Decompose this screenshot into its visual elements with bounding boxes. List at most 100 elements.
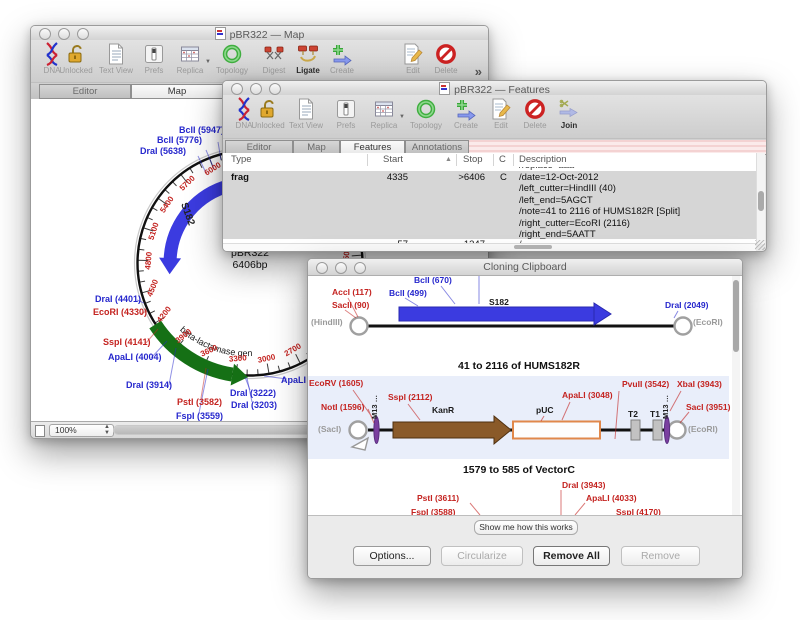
s182-arrow-body[interactable] <box>399 307 594 321</box>
column-header-start[interactable]: Start <box>383 154 403 165</box>
clipboard-buttonbar: Show me how this works Options... Circula… <box>308 515 742 578</box>
cloning-clipboard-window[interactable]: Cloning Clipboard 41 to 2116 of HUMS182R… <box>307 258 743 579</box>
column-header-type[interactable]: Type <box>231 154 252 165</box>
clipboard-titlebar[interactable]: Cloning Clipboard <box>308 259 742 276</box>
s182-arrow-head <box>594 303 611 325</box>
digest-icon <box>255 42 293 66</box>
site-label: DraI (3203) <box>231 400 277 410</box>
create-icon <box>323 42 361 66</box>
map-titlebar[interactable]: pBR322 — Map <box>31 26 488 41</box>
clipboard-vertical-scrollbar[interactable] <box>732 276 740 515</box>
toolbar-button-replica[interactable]: Replica▼ <box>365 97 403 130</box>
table-header[interactable]: Type Start ▲ Stop C Description <box>223 153 756 168</box>
table-row-selected[interactable]: frag 4335 >6406 C /date=12-Oct-2012/left… <box>223 171 756 239</box>
site-label: ApaLI (4033) <box>586 493 637 503</box>
circularize-button[interactable]: Circularize <box>441 546 523 566</box>
tick-label: 4800 <box>143 251 154 270</box>
help-button[interactable]: Show me how this works <box>474 520 578 535</box>
tick-label: 6000 <box>203 160 223 177</box>
modified-indicator-stripes <box>463 140 766 154</box>
toolbar-button-prefs[interactable]: Prefs <box>135 42 173 75</box>
scrollbar-thumb[interactable] <box>733 280 739 352</box>
toolbar-button-unlocked[interactable]: Unlocked <box>57 42 95 75</box>
replica-icon <box>171 42 209 66</box>
toolbar-button-ligate[interactable]: Ligate <box>289 42 327 75</box>
delete-icon <box>516 97 554 121</box>
features-horizontal-scrollbar[interactable] <box>223 243 756 251</box>
remove-all-button[interactable]: Remove All <box>533 546 610 566</box>
topology-icon <box>213 42 251 66</box>
toolbar-button-prefs[interactable]: Prefs <box>327 97 365 130</box>
features-window[interactable]: pBR322 — Features DNAUnlockedText ViewPr… <box>222 80 767 252</box>
toolbar-button-create[interactable]: Create <box>447 97 485 130</box>
fragment1-right-end-circle <box>675 318 692 335</box>
zoom-level-control[interactable]: 100%▲▼ <box>49 424 114 437</box>
remove-button[interactable]: Remove <box>621 546 700 566</box>
scrollbar-thumb[interactable] <box>514 245 552 249</box>
window-title: Cloning Clipboard <box>308 261 742 273</box>
document-icon <box>439 82 450 95</box>
dropdown-arrow-icon[interactable]: ▼ <box>205 59 211 65</box>
textview-icon <box>287 97 325 121</box>
toolbar-button-unlocked[interactable]: Unlocked <box>249 97 287 130</box>
dropdown-arrow-icon[interactable]: ▼ <box>399 114 405 120</box>
site-label: BclI (5776) <box>157 135 202 145</box>
tab-editor[interactable]: Editor <box>39 84 131 99</box>
toolbar-button-text-view[interactable]: Text View <box>287 97 325 130</box>
site-label: DraI (4401) <box>95 294 141 304</box>
column-header-description[interactable]: Description <box>519 154 567 165</box>
unlock-icon <box>57 42 95 66</box>
site-label: (HindIII) <box>311 317 343 327</box>
replica-icon <box>365 97 403 121</box>
prefs-icon <box>327 97 365 121</box>
site-label: DraI (5638) <box>140 146 186 156</box>
column-header-c[interactable]: C <box>499 154 506 165</box>
beta-lactamase-label: beta-lactamase gene <box>31 99 253 358</box>
delete-icon <box>427 42 465 66</box>
toolbar-button-topology[interactable]: Topology <box>213 42 251 75</box>
window-title: pBR322 — Map <box>31 27 488 41</box>
toolbar-overflow-button[interactable]: » <box>475 64 482 79</box>
features-toolbar: DNAUnlockedText ViewPrefsReplica▼Topolog… <box>223 95 766 139</box>
site-label: PstI (3611) <box>417 493 459 503</box>
site-label: BclI (670) <box>414 275 452 285</box>
toolbar-button-replica[interactable]: Replica▼ <box>171 42 209 75</box>
scrollbar-thumb[interactable] <box>758 191 764 211</box>
column-header-stop[interactable]: Stop <box>463 154 483 165</box>
toolbar-button-create[interactable]: Create <box>323 42 361 75</box>
map-toolbar: DNAUnlockedText ViewPrefsReplica▼Topolog… <box>31 40 488 83</box>
description-line: /note=41 to 2116 of HUMS182R [Split] <box>519 206 680 217</box>
sort-ascending-icon: ▲ <box>445 156 452 163</box>
toolbar-button-digest[interactable]: Digest <box>255 42 293 75</box>
features-titlebar[interactable]: pBR322 — Features <box>223 81 766 96</box>
resize-grip[interactable] <box>755 240 765 250</box>
toolbar-button-join[interactable]: Join <box>550 97 588 130</box>
m13-rotated-label: M13 … <box>370 395 379 419</box>
toolbar-button-delete[interactable]: Delete <box>516 97 554 130</box>
description-line: /right_cutter=EcoRI (2116) <box>519 218 680 229</box>
toolbar-button-topology[interactable]: Topology <box>407 97 445 130</box>
textview-icon <box>97 42 135 66</box>
fragment2-title: 41 to 2116 of HUMS182R <box>308 360 730 372</box>
site-label: AccI (117) <box>332 287 372 297</box>
document-icon <box>215 27 226 40</box>
toolbar-button-edit[interactable]: Edit <box>482 97 520 130</box>
toolbar-button-delete[interactable]: Delete <box>427 42 465 75</box>
site-label: SacII (90) <box>332 300 369 310</box>
site-label: BclI (5947) <box>179 125 224 135</box>
join-icon <box>550 97 588 121</box>
options-button[interactable]: Options... <box>353 546 431 566</box>
desktop: pBR322 — Map DNAUnlockedText ViewPrefsRe… <box>0 0 800 620</box>
site-label: ApaLI (4004) <box>108 352 162 362</box>
toolbar-button-text-view[interactable]: Text View <box>97 42 135 75</box>
tick-label: 4500 <box>145 278 160 298</box>
page-icon[interactable] <box>35 425 45 437</box>
features-vertical-scrollbar[interactable] <box>756 153 765 244</box>
stepper-icon[interactable]: ▲▼ <box>104 424 110 436</box>
prefs-icon <box>135 42 173 66</box>
s182-map-label: S182 <box>178 201 196 227</box>
create-icon <box>447 97 485 121</box>
tick-label: 3300 <box>229 353 248 364</box>
beta-lactamase-arrow[interactable] <box>155 325 232 375</box>
tab-map[interactable]: Map <box>131 84 223 99</box>
